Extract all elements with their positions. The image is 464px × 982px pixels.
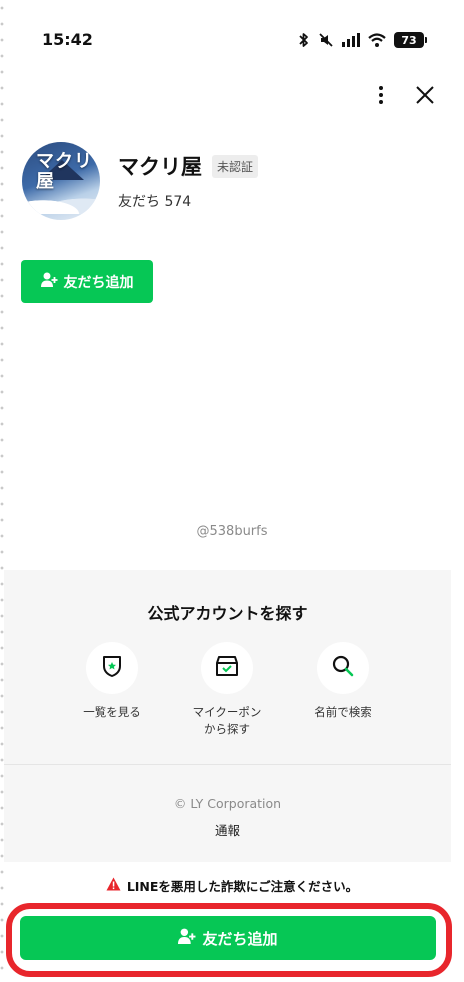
explore-item-label: マイクーポン から探す: [192, 705, 262, 736]
avatar[interactable]: マクリ屋: [22, 142, 100, 220]
explore-item-label: 名前で検索: [314, 705, 372, 719]
fraud-warning: LINEを悪用した詐欺にご注意ください。: [0, 876, 464, 895]
explore-item-search[interactable]: 名前で検索: [283, 642, 403, 721]
avatar-logo-text: マクリ屋: [36, 151, 93, 192]
add-friend-bottom-button[interactable]: 友だち追加: [20, 916, 436, 960]
account-id: @538burfs: [196, 524, 268, 539]
header-actions: [370, 84, 436, 106]
bluetooth-icon: [298, 32, 310, 48]
add-user-icon: [178, 928, 196, 948]
explore-item-circle: [317, 642, 369, 694]
add-friend-bottom-label: 友だち追加: [202, 929, 278, 948]
explore-item-list[interactable]: 一覧を見る: [52, 642, 172, 721]
status-bar: 15:42 73: [0, 0, 464, 80]
name-row: マクリ屋 未認証: [118, 151, 259, 181]
explore-item-circle: [86, 642, 138, 694]
unverified-badge: 未認証: [212, 154, 259, 178]
profile-info: マクリ屋 未認証 友だち 574: [118, 151, 259, 211]
friend-count: 友だち 574: [118, 194, 192, 210]
more-vertical-icon[interactable]: [370, 84, 392, 106]
close-icon[interactable]: [414, 84, 436, 106]
report-link[interactable]: 通報: [4, 820, 451, 839]
copyright: © LY Corporation: [173, 796, 282, 811]
shield-star-icon: [101, 654, 123, 682]
profile-header: マクリ屋 マクリ屋 未認証 友だち 574: [22, 142, 259, 220]
explore-item-label: 一覧を見る: [83, 705, 141, 719]
explore-item-circle: [201, 642, 253, 694]
signal-icon: [342, 33, 360, 47]
explore-title: 公式アカウントを探す: [147, 604, 308, 623]
battery-icon: 73: [394, 32, 427, 48]
divider: [4, 764, 451, 765]
avatar-wave: [22, 190, 100, 214]
mute-icon: [318, 32, 334, 48]
wifi-icon: [368, 33, 386, 47]
explore-official-accounts: 公式アカウントを探す 一覧を見る マイクーポン から探す 名前で検索 © LY …: [4, 570, 451, 862]
search-icon: [331, 654, 355, 682]
status-time: 15:42: [42, 30, 93, 49]
warning-icon: [106, 877, 121, 894]
explore-item-coupon[interactable]: マイクーポン から探す: [167, 642, 287, 738]
account-name: マクリ屋: [118, 155, 202, 179]
add-friend-button[interactable]: 友だち追加: [21, 260, 153, 303]
add-friend-label: 友だち追加: [63, 274, 134, 291]
add-user-icon: [40, 272, 58, 291]
coupon-box-icon: [215, 655, 239, 681]
status-icons: 73: [298, 30, 427, 50]
warning-text: LINEを悪用した詐欺にご注意ください。: [126, 879, 359, 894]
